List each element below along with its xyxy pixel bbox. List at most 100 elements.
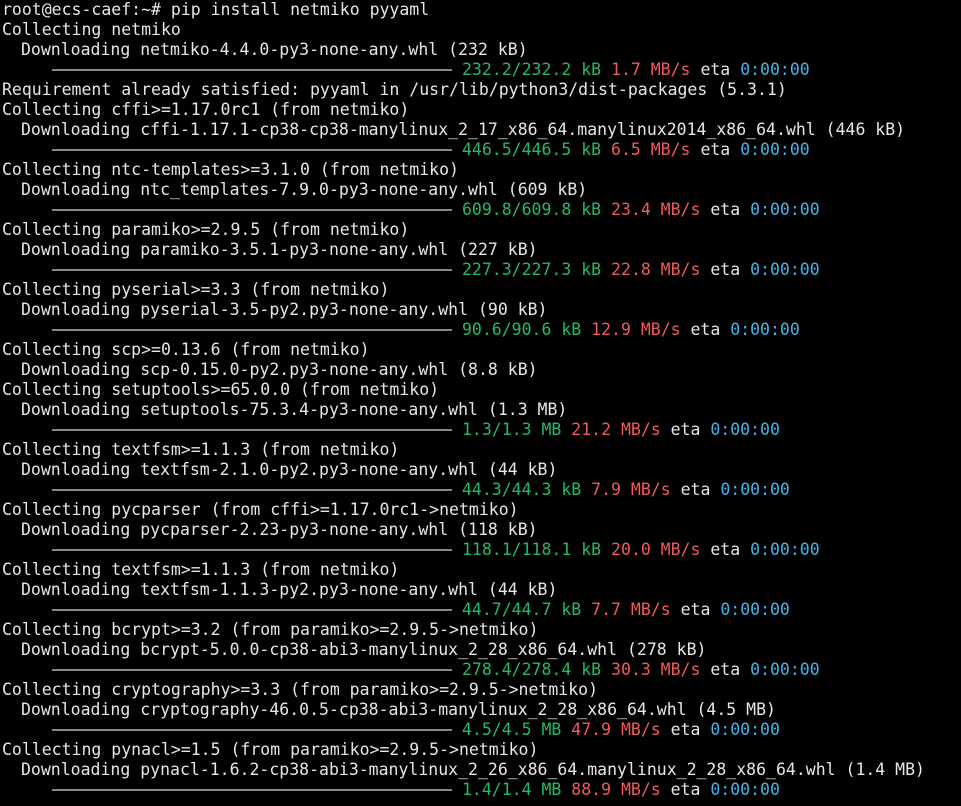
eta-value: 0:00:00 bbox=[740, 140, 810, 159]
downloading-line: Downloading textfsm-2.1.0-py2.py3-none-a… bbox=[21, 460, 558, 479]
shell-prompt: root@ecs-caef:~# bbox=[2, 0, 161, 19]
progress-bar bbox=[52, 729, 452, 731]
downloading-line: Downloading bcrypt-5.0.0-cp38-abi3-manyl… bbox=[21, 640, 707, 659]
progress-stats: 227.3/227.3 kB 22.8 MB/s eta 0:00:00 bbox=[462, 260, 820, 280]
download-rate: 88.9 MB/s bbox=[571, 780, 661, 799]
collecting-line: Collecting pyserial>=3.3 (from netmiko) bbox=[2, 280, 390, 299]
requirement-satisfied-line: Requirement already satisfied: pyyaml in… bbox=[2, 80, 787, 99]
download-size: 446.5/446.5 kB bbox=[462, 140, 602, 159]
download-size: 44.7/44.7 kB bbox=[462, 600, 582, 619]
downloading-line: Downloading textfsm-1.1.3-py2.py3-none-a… bbox=[21, 580, 558, 599]
command-line: root@ecs-caef:~# pip install netmiko pyy… bbox=[2, 0, 429, 20]
downloading-line: Downloading ntc_templates-7.9.0-py3-none… bbox=[21, 180, 588, 199]
download-size: 4.5/4.5 MB bbox=[462, 720, 562, 739]
eta-label: eta bbox=[680, 480, 711, 499]
progress-bar bbox=[52, 149, 452, 151]
eta-label: eta bbox=[690, 320, 721, 339]
download-size: 44.3/44.3 kB bbox=[462, 480, 582, 499]
command-text: pip install netmiko pyyaml bbox=[170, 0, 430, 19]
eta-value: 0:00:00 bbox=[750, 660, 820, 679]
progress-bar bbox=[52, 269, 452, 271]
progress-stats: 232.2/232.2 kB 1.7 MB/s eta 0:00:00 bbox=[462, 60, 810, 80]
collecting-line: Collecting pycparser (from cffi>=1.17.0r… bbox=[2, 500, 519, 519]
downloading-line: Downloading pyserial-3.5-py2.py3-none-an… bbox=[21, 300, 548, 319]
progress-bar bbox=[52, 329, 452, 331]
eta-value: 0:00:00 bbox=[730, 320, 800, 339]
download-rate: 21.2 MB/s bbox=[571, 420, 661, 439]
eta-value: 0:00:00 bbox=[710, 420, 780, 439]
download-rate: 22.8 MB/s bbox=[611, 260, 701, 279]
progress-bar bbox=[52, 69, 452, 71]
eta-label: eta bbox=[700, 60, 731, 79]
eta-value: 0:00:00 bbox=[750, 540, 820, 559]
downloading-line: Downloading pycparser-2.23-py3-none-any.… bbox=[21, 520, 538, 539]
eta-label: eta bbox=[680, 600, 711, 619]
download-rate: 7.7 MB/s bbox=[591, 600, 671, 619]
progress-stats: 90.6/90.6 kB 12.9 MB/s eta 0:00:00 bbox=[462, 320, 800, 340]
progress-bar bbox=[52, 489, 452, 491]
download-rate: 20.0 MB/s bbox=[611, 540, 701, 559]
progress-bar bbox=[52, 789, 452, 791]
progress-stats: 1.3/1.3 MB 21.2 MB/s eta 0:00:00 bbox=[462, 420, 780, 440]
eta-value: 0:00:00 bbox=[720, 480, 790, 499]
collecting-line: Collecting scp>=0.13.6 (from netmiko) bbox=[2, 340, 370, 359]
progress-bar bbox=[52, 549, 452, 551]
eta-value: 0:00:00 bbox=[710, 780, 780, 799]
download-size: 118.1/118.1 kB bbox=[462, 540, 602, 559]
download-rate: 47.9 MB/s bbox=[571, 720, 661, 739]
progress-stats: 44.7/44.7 kB 7.7 MB/s eta 0:00:00 bbox=[462, 600, 790, 620]
progress-stats: 44.3/44.3 kB 7.9 MB/s eta 0:00:00 bbox=[462, 480, 790, 500]
download-size: 1.3/1.3 MB bbox=[462, 420, 562, 439]
eta-label: eta bbox=[710, 200, 741, 219]
progress-bar bbox=[52, 429, 452, 431]
eta-label: eta bbox=[710, 260, 741, 279]
progress-stats: 4.5/4.5 MB 47.9 MB/s eta 0:00:00 bbox=[462, 720, 780, 740]
eta-value: 0:00:00 bbox=[720, 600, 790, 619]
eta-label: eta bbox=[670, 420, 701, 439]
collecting-line: Collecting pynacl>=1.5 (from paramiko>=2… bbox=[2, 740, 539, 759]
download-size: 232.2/232.2 kB bbox=[462, 60, 602, 79]
download-rate: 7.9 MB/s bbox=[591, 480, 671, 499]
download-size: 278.4/278.4 kB bbox=[462, 660, 602, 679]
progress-stats: 118.1/118.1 kB 20.0 MB/s eta 0:00:00 bbox=[462, 540, 820, 560]
eta-value: 0:00:00 bbox=[750, 200, 820, 219]
eta-value: 0:00:00 bbox=[750, 260, 820, 279]
downloading-line: Downloading cryptography-46.0.5-cp38-abi… bbox=[21, 700, 776, 719]
eta-label: eta bbox=[700, 140, 731, 159]
progress-stats: 609.8/609.8 kB 23.4 MB/s eta 0:00:00 bbox=[462, 200, 820, 220]
downloading-line: Downloading paramiko-3.5.1-py3-none-any.… bbox=[21, 240, 538, 259]
collecting-line: Collecting bcrypt>=3.2 (from paramiko>=2… bbox=[2, 620, 539, 639]
progress-stats: 1.4/1.4 MB 88.9 MB/s eta 0:00:00 bbox=[462, 780, 780, 800]
eta-label: eta bbox=[670, 720, 701, 739]
collecting-line: Collecting cryptography>=3.3 (from param… bbox=[2, 680, 599, 699]
download-size: 90.6/90.6 kB bbox=[462, 320, 582, 339]
collecting-line: Collecting setuptools>=65.0.0 (from netm… bbox=[2, 380, 440, 399]
terminal-window[interactable]: root@ecs-caef:~# pip install netmiko pyy… bbox=[0, 0, 961, 806]
eta-label: eta bbox=[710, 660, 741, 679]
downloading-line: Downloading setuptools-75.3.4-py3-none-a… bbox=[21, 400, 568, 419]
collecting-line: Collecting ntc-templates>=3.1.0 (from ne… bbox=[2, 160, 459, 179]
eta-label: eta bbox=[710, 540, 741, 559]
downloading-line: Downloading cffi-1.17.1-cp38-cp38-manyli… bbox=[21, 120, 906, 139]
download-rate: 12.9 MB/s bbox=[591, 320, 681, 339]
download-rate: 1.7 MB/s bbox=[611, 60, 691, 79]
download-rate: 30.3 MB/s bbox=[611, 660, 701, 679]
download-size: 227.3/227.3 kB bbox=[462, 260, 602, 279]
progress-bar bbox=[52, 209, 452, 211]
progress-stats: 446.5/446.5 kB 6.5 MB/s eta 0:00:00 bbox=[462, 140, 810, 160]
download-size: 609.8/609.8 kB bbox=[462, 200, 602, 219]
downloading-line: Downloading pynacl-1.6.2-cp38-abi3-manyl… bbox=[21, 760, 925, 779]
collecting-line: Collecting netmiko bbox=[2, 20, 181, 39]
collecting-line: Collecting cffi>=1.17.0rc1 (from netmiko… bbox=[2, 100, 410, 119]
download-rate: 23.4 MB/s bbox=[611, 200, 701, 219]
progress-bar bbox=[52, 609, 452, 611]
collecting-line: Collecting textfsm>=1.1.3 (from netmiko) bbox=[2, 440, 400, 459]
progress-stats: 278.4/278.4 kB 30.3 MB/s eta 0:00:00 bbox=[462, 660, 820, 680]
collecting-line: Collecting textfsm>=1.1.3 (from netmiko) bbox=[2, 560, 400, 579]
progress-bar bbox=[52, 669, 452, 671]
eta-value: 0:00:00 bbox=[710, 720, 780, 739]
downloading-line: Downloading netmiko-4.4.0-py3-none-any.w… bbox=[21, 40, 528, 59]
downloading-line: Downloading scp-0.15.0-py2.py3-none-any.… bbox=[21, 360, 538, 379]
download-rate: 6.5 MB/s bbox=[611, 140, 691, 159]
collecting-line: Collecting paramiko>=2.9.5 (from netmiko… bbox=[2, 220, 410, 239]
